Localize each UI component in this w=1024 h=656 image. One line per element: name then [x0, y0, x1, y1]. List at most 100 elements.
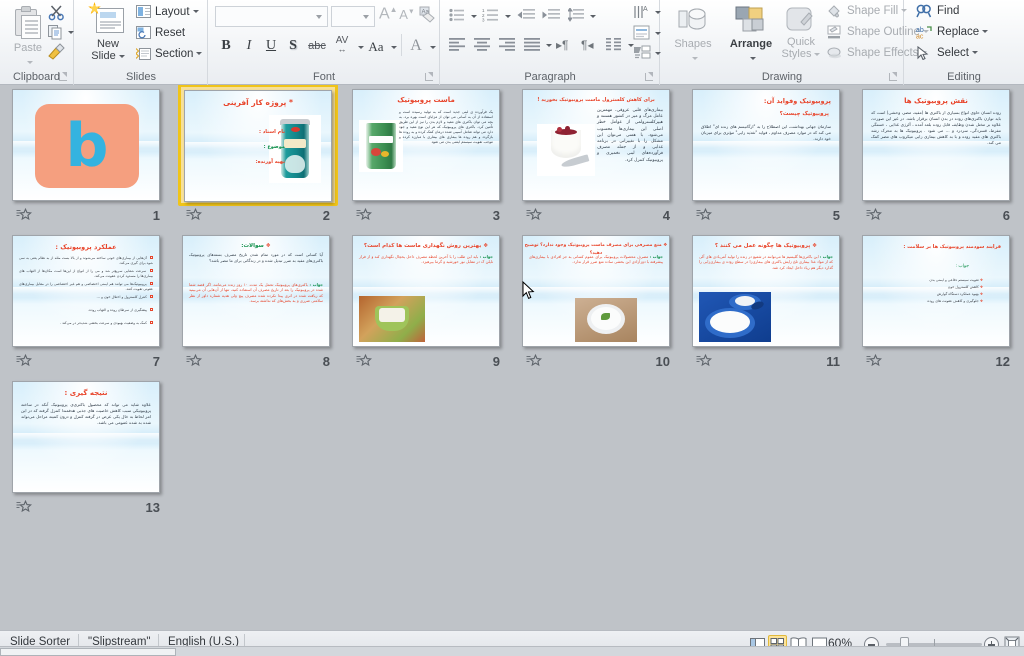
copy-dropdown-caret[interactable]	[68, 31, 74, 34]
slide-canvas-10[interactable]: ❖ منع مصرفی برای مصرف ماست پروبیوتیک وجو…	[522, 235, 670, 347]
columns-icon[interactable]	[606, 38, 622, 51]
slide-transition-star-icon[interactable]	[16, 354, 32, 368]
slide-thumbnail-5[interactable]: پروبیوتیک وفواید آن: پروبیوتیک چیست؟ سازما…	[688, 87, 848, 227]
slide-sorter-workspace[interactable]: b 1 * پروژه کار آفرینی نام استاد : موضوع : ته…	[0, 85, 1024, 630]
slide-transition-star-icon[interactable]	[16, 500, 32, 514]
slide-thumbnail-1[interactable]: b1	[8, 87, 168, 227]
slide-canvas-3[interactable]: ماست پروبیوتیک یک فرآورده ی لبنی جدید است…	[352, 89, 500, 201]
slide-transition-star-icon[interactable]	[526, 208, 542, 222]
decrease-indent-icon[interactable]	[517, 8, 535, 22]
paragraph-dialog-launcher[interactable]	[645, 72, 655, 82]
find-button[interactable]: Find	[937, 4, 959, 18]
slide-transition-star-icon[interactable]	[16, 208, 32, 222]
layout-icon[interactable]	[136, 5, 151, 18]
font-color-button[interactable]: A	[407, 37, 425, 55]
slide-transition-star-icon[interactable]	[866, 354, 882, 368]
slide-thumbnail-4[interactable]: برای کاهش کلسترول ماست پروبیوتیک بخورید …	[518, 87, 678, 227]
slide-canvas-6[interactable]: نقش پروبیوتیک ها روده انسان حاوی انواع بس…	[862, 89, 1010, 201]
shape-fill-button[interactable]: Shape Fill	[847, 4, 908, 18]
copy-icon[interactable]	[48, 25, 63, 40]
font-size-combo[interactable]	[331, 6, 375, 27]
paste-button[interactable]: Paste	[4, 42, 52, 68]
slide-transition-star-icon[interactable]	[186, 354, 202, 368]
slide-thumbnail-6[interactable]: نقش پروبیوتیک ها روده انسان حاوی انواع بس…	[858, 87, 1018, 227]
slide-canvas-12[interactable]: فرایند سودمند پروبیوتیک ها بر سلامت : جوا…	[862, 235, 1010, 347]
shape-effects-icon[interactable]	[827, 46, 842, 60]
shrink-font-button[interactable]: A▼	[399, 7, 415, 22]
quick-styles-button[interactable]: Quick Styles	[779, 36, 823, 60]
horizontal-scrollbar[interactable]	[0, 646, 1024, 656]
slide-canvas-7[interactable]: عملکرد پروبیوتیک : آن‌هایی از بیماری‌های…	[12, 235, 160, 347]
text-shadow-button[interactable]: S	[285, 38, 301, 54]
numbering-icon[interactable]: 1 2 3	[482, 8, 499, 22]
justify-icon[interactable]	[524, 38, 541, 51]
align-right-icon[interactable]	[499, 38, 516, 51]
text-direction-rtl-icon[interactable]: ¶◂	[581, 38, 593, 52]
change-case-button[interactable]: Aa	[365, 39, 387, 55]
align-text-icon[interactable]	[633, 25, 651, 40]
clear-formatting-icon[interactable]: Aa	[419, 6, 436, 23]
character-spacing-caret[interactable]	[358, 46, 364, 49]
slide-transition-star-icon[interactable]	[356, 208, 372, 222]
slide-canvas-2[interactable]: * پروژه کار آفرینی نام استاد : موضوع : تهیه…	[184, 90, 332, 202]
slide-transition-star-icon[interactable]	[526, 354, 542, 368]
slide-thumbnail-9[interactable]: ❖ بهترین روش نگهداری ماست ها کدام است؟ جو…	[348, 233, 508, 373]
justify-caret[interactable]	[546, 44, 552, 47]
slide-thumbnail-7[interactable]: عملکرد پروبیوتیک : آن‌هایی از بیماری‌های…	[8, 233, 168, 373]
line-spacing-icon[interactable]	[568, 8, 584, 22]
arrange-button[interactable]: Arrange	[727, 38, 775, 64]
increase-indent-icon[interactable]	[542, 8, 560, 22]
paste-icon[interactable]	[13, 6, 43, 40]
slide-canvas-11[interactable]: ❖ پروبیوتیک ها چگونه عمل می کنند ؟ جواب :…	[692, 235, 840, 347]
convert-to-smartart-icon[interactable]	[633, 45, 651, 61]
horizontal-scrollbar-thumb[interactable]	[0, 648, 176, 656]
slide-thumbnail-2[interactable]: * پروژه کار آفرینی نام استاد : موضوع : تهیه…	[178, 85, 338, 227]
slide-transition-star-icon[interactable]	[356, 354, 372, 368]
slide-canvas-4[interactable]: برای کاهش کلسترول ماست پروبیوتیک بخورید …	[522, 89, 670, 201]
shape-outline-icon[interactable]	[827, 25, 842, 39]
slide-thumbnail-13[interactable]: نتیجه گیری : علاوه شاید می تواند که محصول…	[8, 379, 168, 519]
replace-icon[interactable]: ab ac	[916, 25, 932, 39]
replace-button[interactable]: Replace	[937, 25, 989, 39]
shapes-button[interactable]: Shapes	[663, 38, 723, 64]
align-center-icon[interactable]	[474, 38, 491, 51]
slide-transition-star-icon[interactable]	[696, 208, 712, 222]
reset-button[interactable]: Reset	[155, 26, 185, 40]
slide-thumbnail-8[interactable]: ❖ سوالات: آیا کسانی است که در مورد تمام ش…	[178, 233, 338, 373]
slide-thumbnail-11[interactable]: ❖ پروبیوتیک ها چگونه عمل می کنند ؟ جواب :…	[688, 233, 848, 373]
arrange-icon[interactable]	[735, 6, 765, 34]
select-button[interactable]: Select	[937, 46, 978, 60]
slide-transition-star-icon[interactable]	[186, 208, 202, 222]
slide-canvas-5[interactable]: پروبیوتیک وفواید آن: پروبیوتیک چیست؟ سازما…	[692, 89, 840, 201]
font-dialog-launcher[interactable]	[425, 72, 435, 82]
slide-thumbnail-10[interactable]: ❖ منع مصرفی برای مصرف ماست پروبیوتیک وجو…	[518, 233, 678, 373]
slide-canvas-1[interactable]: b	[12, 89, 160, 201]
line-spacing-caret[interactable]	[590, 15, 596, 18]
strikethrough-button[interactable]: abc	[305, 40, 329, 52]
shape-fill-icon[interactable]	[827, 4, 842, 18]
slide-transition-star-icon[interactable]	[696, 354, 712, 368]
numbering-caret[interactable]	[505, 15, 511, 18]
quick-styles-icon[interactable]	[785, 6, 815, 34]
shapes-icon[interactable]	[675, 5, 711, 35]
slide-canvas-13[interactable]: نتیجه گیری : علاوه شاید می تواند که محصول…	[12, 381, 160, 493]
section-icon[interactable]	[136, 47, 151, 61]
bullets-caret[interactable]	[471, 15, 477, 18]
text-direction-icon[interactable]: A	[633, 4, 651, 20]
slide-canvas-8[interactable]: ❖ سوالات: آیا کسانی است که در مورد تمام ش…	[182, 235, 330, 347]
find-icon[interactable]	[916, 4, 932, 18]
bullets-icon[interactable]	[449, 8, 465, 22]
align-left-icon[interactable]	[449, 38, 466, 51]
character-spacing-button[interactable]: AV ↔	[331, 36, 353, 54]
slide-thumbnail-3[interactable]: ماست پروبیوتیک یک فرآورده ی لبنی جدید است…	[348, 87, 508, 227]
reset-icon[interactable]	[136, 26, 151, 39]
slide-transition-star-icon[interactable]	[866, 208, 882, 222]
clipboard-dialog-launcher[interactable]	[59, 72, 69, 82]
change-case-caret[interactable]	[391, 46, 397, 49]
font-color-caret[interactable]	[430, 46, 436, 49]
scissors-icon[interactable]	[48, 4, 65, 21]
format-painter-icon[interactable]	[47, 43, 66, 60]
new-slide-button[interactable]: New Slide	[85, 38, 131, 62]
new-slide-icon[interactable]	[88, 2, 125, 35]
drawing-dialog-launcher[interactable]	[889, 72, 899, 82]
